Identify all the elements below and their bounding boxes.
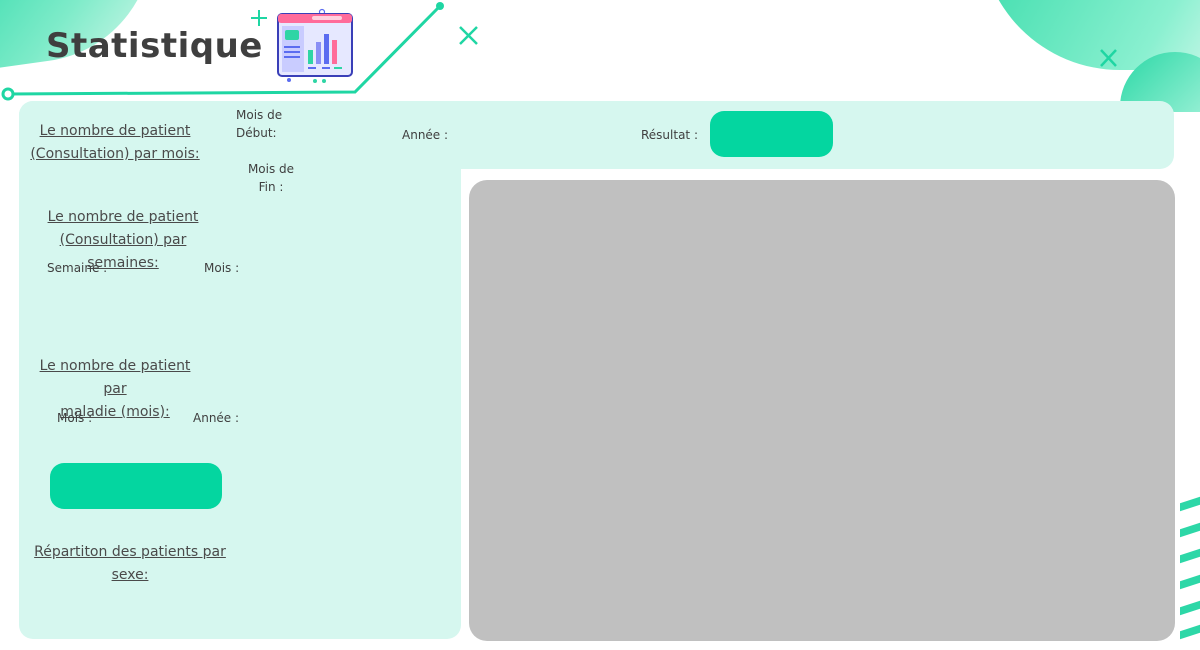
cross-decoration-icon — [459, 26, 1117, 67]
week-label: Semaine : — [47, 261, 108, 275]
decorative-stripes — [1178, 490, 1200, 650]
start-month-label-line2: Début: — [236, 126, 277, 140]
year-label: Année : — [402, 128, 449, 142]
monthly-heading-line2: (Consultation) par mois: — [30, 146, 200, 162]
end-month-label: Mois de Fin : — [243, 160, 299, 196]
monthly-heading: Le nombre de patient (Consultation) par … — [24, 120, 206, 166]
gender-heading-line1: Répartiton des patients par — [34, 544, 226, 560]
start-month-label: Mois de Début: — [236, 106, 296, 142]
result-label: Résultat : — [641, 128, 698, 142]
weekly-month-label: Mois : — [204, 261, 240, 275]
monthly-heading-line1: Le nombre de patient — [39, 123, 191, 139]
disease-heading-line1: Le nombre de patient par — [39, 358, 191, 397]
gender-heading-line2: sexe: — [111, 567, 149, 583]
disease-submit-button[interactable] — [50, 463, 222, 509]
chart-placeholder — [469, 180, 1175, 641]
end-month-label-line2: Fin : — [258, 180, 284, 194]
gender-heading: Répartiton des patients par sexe: — [30, 541, 230, 587]
disease-heading: Le nombre de patient par maladie (mois): — [26, 355, 204, 424]
start-month-label-line1: Mois de — [236, 108, 283, 122]
disease-heading-line2: maladie (mois): — [60, 404, 170, 420]
plus-decoration-icon — [251, 10, 267, 26]
disease-month-label: Mois : — [57, 411, 93, 425]
page-title: Statistique — [46, 26, 263, 66]
disease-year-label: Année : — [193, 411, 240, 425]
analytics-dashboard-icon — [277, 8, 353, 83]
result-button[interactable] — [710, 111, 833, 157]
end-month-label-line1: Mois de — [247, 162, 295, 176]
weekly-heading-line1: Le nombre de patient — [47, 209, 199, 225]
